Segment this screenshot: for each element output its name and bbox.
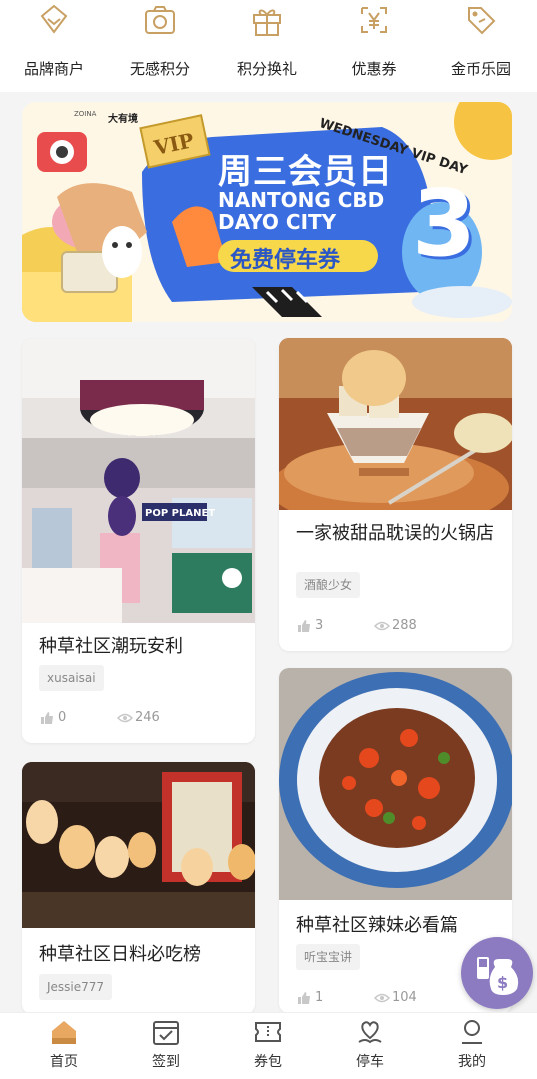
post-author-tag: Jessie777: [39, 974, 113, 1000]
thumbs-up-icon: [298, 992, 310, 1004]
nav-item-label: 金币乐园: [450, 60, 511, 78]
tag-icon: [468, 7, 496, 35]
like-count-value: 3: [315, 618, 324, 633]
view-count-value: 288: [392, 618, 417, 633]
yen-coupon-icon: [361, 7, 387, 33]
banner-title-en-2: DAYO CITY: [218, 210, 337, 234]
post-author-tag: 酒酿少女: [296, 572, 361, 598]
post-title: 种草社区潮玩安利: [39, 636, 183, 657]
banner-title-en-1: NANTONG CBD: [218, 188, 385, 212]
tab-label: 我的: [458, 1054, 486, 1070]
view-count: 246: [117, 710, 187, 726]
tab-label: 券包: [254, 1054, 282, 1070]
tab-label: 签到: [152, 1054, 180, 1070]
post-photo: POP PLANET: [22, 338, 255, 623]
heart-hand-icon: [358, 1021, 382, 1044]
eye-icon: [117, 713, 133, 723]
eye-icon: [374, 993, 390, 1003]
camera-icon: [145, 6, 175, 34]
view-count: 104: [374, 990, 444, 1006]
gift-icon: [253, 9, 281, 36]
banner-brand-left: ZOINA: [74, 110, 97, 118]
tab-parking[interactable]: 停车: [330, 1013, 410, 1079]
view-count-value: 104: [392, 990, 417, 1005]
banner-cta[interactable]: 免费停车券: [230, 242, 340, 274]
tab-profile[interactable]: 我的: [432, 1013, 512, 1079]
eye-icon: [374, 621, 390, 631]
floating-coins-button[interactable]: $: [461, 937, 533, 1009]
post-photo: [279, 668, 512, 900]
like-count-value: 0: [58, 710, 67, 725]
thumbs-up-icon: [41, 712, 53, 724]
promo-banner[interactable]: ZOINA 大有境 VIP 周三会员日 NANTONG CBD DAYO CIT…: [22, 102, 512, 322]
nav-item-auto-points[interactable]: 无感积分: [110, 0, 210, 92]
banner-title-cn: 周三会员日: [218, 152, 393, 192]
tab-label: 停车: [356, 1054, 384, 1070]
like-count[interactable]: 1: [297, 990, 347, 1006]
view-count-value: 246: [135, 710, 160, 725]
like-count[interactable]: 3: [297, 618, 347, 634]
post-author-tag: xusaisai: [39, 665, 104, 691]
ticket-icon: [255, 1022, 281, 1042]
post-title: 一家被甜品耽误的火锅店: [296, 523, 494, 544]
like-count-value: 1: [315, 990, 324, 1005]
bottom-tab-bar: 首页 签到 券包 停车 我的: [0, 1012, 537, 1079]
post-title: 种草社区日料必吃榜: [39, 944, 201, 965]
post-card-hotpot[interactable]: 一家被甜品耽误的火锅店 酒酿少女 3 288: [279, 338, 512, 651]
post-photo: [22, 762, 255, 928]
view-count: 288: [374, 618, 444, 634]
nav-item-label: 积分换礼: [236, 60, 297, 78]
tab-label: 首页: [50, 1054, 78, 1070]
nav-item-coin-park[interactable]: 金币乐园: [431, 0, 531, 92]
nav-item-label: 优惠券: [351, 60, 397, 78]
home-icon: [52, 1021, 76, 1044]
diamond-icon: [40, 4, 68, 34]
nav-item-brand-stores[interactable]: 品牌商户: [4, 0, 104, 92]
tab-coupon-wallet[interactable]: 券包: [228, 1013, 308, 1079]
post-author-tag: 听宝宝讲: [296, 944, 361, 970]
calendar-check-icon: [153, 1021, 179, 1045]
user-icon: [462, 1020, 482, 1044]
quick-nav-bar: 品牌商户 无感积分 积分换礼 优惠券 金币乐园: [0, 0, 537, 92]
money-bag-icon: $: [477, 957, 519, 995]
post-title: 种草社区辣妹必看篇: [296, 915, 458, 936]
thumbs-up-icon: [298, 620, 310, 632]
tab-checkin[interactable]: 签到: [126, 1013, 206, 1079]
nav-item-coupons[interactable]: 优惠券: [324, 0, 424, 92]
svg-text:$: $: [497, 973, 508, 992]
banner-big-number: 3: [412, 170, 477, 277]
photo-sign-text: POP PLANET: [145, 508, 215, 519]
post-photo: [279, 338, 512, 510]
nav-item-points-gifts[interactable]: 积分换礼: [217, 0, 317, 92]
banner-brand-right: 大有境: [108, 114, 138, 125]
post-card-japanese[interactable]: 种草社区日料必吃榜 Jessie777: [22, 762, 255, 1014]
nav-item-label: 无感积分: [129, 60, 190, 78]
nav-item-label: 品牌商户: [23, 60, 84, 78]
post-card-toys[interactable]: POP PLANET 种草社区潮玩安利 xusaisai 0 246: [22, 338, 255, 743]
tab-home[interactable]: 首页: [24, 1013, 104, 1079]
like-count[interactable]: 0: [40, 710, 90, 726]
